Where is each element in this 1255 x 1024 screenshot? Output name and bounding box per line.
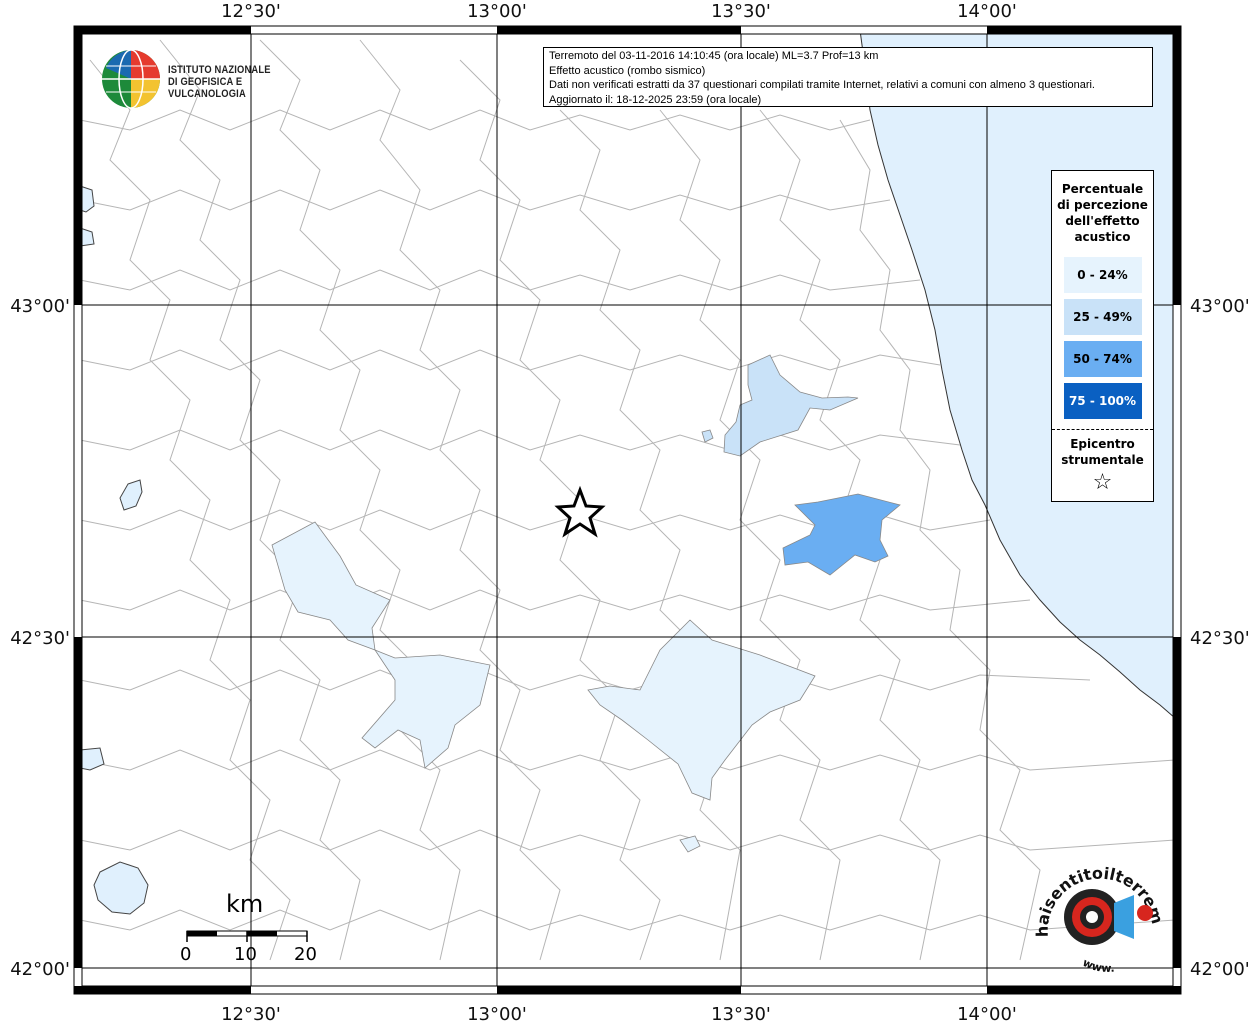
scale-tick-10: 10 [234, 944, 257, 965]
legend-title-line: Percentuale [1061, 182, 1144, 196]
legend: Percentuale di percezione dell'effetto a… [1051, 170, 1154, 502]
event-info-box: Terremoto del 03-11-2016 14:10:45 (ora l… [543, 47, 1153, 107]
legend-title-line: dell'effetto [1065, 214, 1140, 228]
axis-right-3: 42°00' [1190, 959, 1250, 980]
ingv-line-2: DI GEOFISICA E VULCANOLOGIA [168, 76, 246, 100]
legend-item-0-24: 0 - 24% [1063, 257, 1142, 293]
axis-top-1: 12°30' [221, 1, 281, 22]
event-data-note: Dati non verificati estratti da 37 quest… [549, 79, 1095, 91]
ingv-name: ISTITUTO NAZIONALE DI GEOFISICA E VULCAN… [168, 64, 297, 100]
legend-title-line: acustico [1074, 230, 1131, 244]
axis-left-2: 42°30' [10, 628, 70, 649]
legend-title-line: di percezione [1057, 198, 1148, 212]
epicenter-label-line: strumentale [1061, 453, 1144, 467]
event-effect: Effetto acustico (rombo sismico) [549, 64, 706, 77]
haisentitoilterremoto-logo: haisentitoilterremoto.it www. [1025, 840, 1170, 985]
axis-bottom-4: 14°00' [957, 1004, 1017, 1024]
axis-left-1: 43°00' [10, 296, 70, 317]
legend-item-25-49: 25 - 49% [1063, 299, 1142, 335]
ingv-logo: ISTITUTO NAZIONALE DI GEOFISICA E VULCAN… [100, 48, 320, 109]
event-updated: Aggiornato il: 18-12-2025 23:59 (ora loc… [549, 93, 762, 106]
legend-epicenter-label: Epicentro strumentale [1052, 436, 1153, 468]
legend-item-75-100: 75 - 100% [1063, 383, 1142, 419]
legend-title: Percentuale di percezione dell'effetto a… [1052, 181, 1153, 245]
scale-tick-20: 20 [294, 944, 317, 965]
axis-right-1: 43°00' [1190, 296, 1250, 317]
axis-left-3: 42°00' [10, 959, 70, 980]
ingv-globe-icon [102, 49, 160, 109]
legend-star-icon: ☆ [1092, 470, 1113, 495]
axis-bottom-3: 13°30' [711, 1004, 771, 1024]
scale-tick-0: 0 [180, 944, 192, 965]
axis-top-2: 13°00' [467, 1, 527, 22]
axis-bottom-2: 13°00' [467, 1004, 527, 1024]
axis-bottom-1: 12°30' [221, 1004, 281, 1024]
epicenter-label-line: Epicentro [1070, 437, 1135, 451]
event-title: Terremoto del 03-11-2016 14:10:45 (ora l… [549, 50, 879, 62]
legend-item-50-74: 50 - 74% [1063, 341, 1142, 377]
scale-unit: km [226, 890, 264, 918]
legend-separator [1052, 429, 1153, 430]
axis-top-4: 14°00' [957, 1, 1017, 22]
site-logo-url: www. [1081, 956, 1115, 975]
axis-right-2: 42°30' [1190, 628, 1250, 649]
axis-top-3: 13°30' [711, 1, 771, 22]
ingv-line-1: ISTITUTO NAZIONALE [168, 64, 271, 76]
svg-text:www.: www. [1081, 956, 1115, 975]
megaphone-icon [1114, 895, 1134, 939]
